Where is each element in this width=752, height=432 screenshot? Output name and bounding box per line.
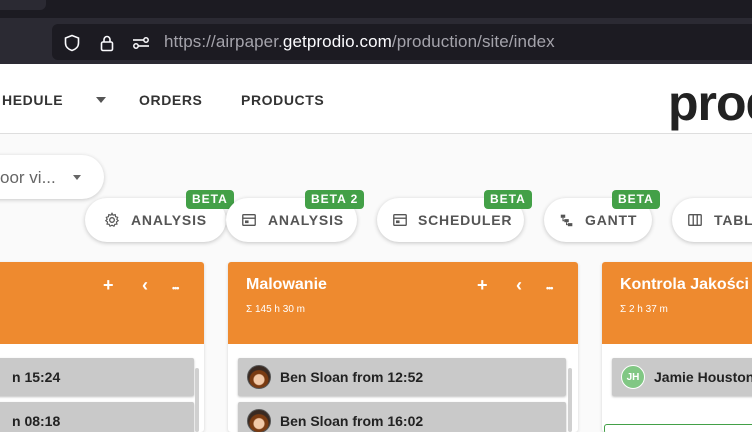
column-time-sum: Σ 2 h 37 m — [620, 304, 668, 315]
chevron-down-icon[interactable] — [96, 97, 106, 103]
chevron-left-icon[interactable]: ‹ — [516, 276, 522, 294]
calendar-icon — [393, 214, 407, 226]
app-navbar: HEDULE ORDERS PRODUCTS prod — [0, 64, 752, 134]
avatar — [247, 365, 271, 389]
avatar: JH — [621, 365, 645, 389]
column-time-sum: Σ 145 h 30 m — [246, 304, 305, 315]
column-header: Kontrola Jakości Σ 2 h 37 m — [602, 262, 752, 344]
prodio-logo[interactable]: prod — [668, 78, 752, 128]
browser-tab-strip — [0, 0, 752, 18]
list-item[interactable]: JH Jamie Houston — [612, 358, 752, 396]
browser-tab[interactable] — [0, 0, 46, 10]
analysis-label: ANALYSIS — [131, 212, 207, 228]
shield-icon[interactable] — [63, 34, 81, 52]
table-label: TABL — [714, 212, 752, 228]
view-select-value: oor vi... — [0, 168, 56, 187]
chevron-left-icon[interactable]: ‹ — [142, 276, 148, 294]
column-title: Malowanie — [246, 276, 327, 293]
calendar-icon — [242, 214, 256, 226]
table-icon — [688, 214, 702, 226]
nav-orders[interactable]: ORDERS — [139, 92, 203, 108]
card-text: Ben Sloan from 16:02 — [280, 413, 424, 429]
column-header: Malowanie Σ 145 h 30 m + ‹ ••• — [228, 262, 578, 344]
add-icon[interactable]: + — [477, 276, 488, 294]
scrollbar[interactable] — [195, 368, 199, 432]
list-item[interactable]: Ben Sloan from 12:52 — [238, 358, 566, 396]
more-icon[interactable]: ••• — [172, 279, 180, 297]
gear-icon — [104, 212, 120, 228]
lock-icon[interactable] — [98, 34, 116, 52]
gantt-icon — [560, 214, 573, 227]
nav-schedule[interactable]: HEDULE — [2, 92, 63, 108]
view-select[interactable]: oor vi... — [0, 155, 104, 199]
avatar — [247, 409, 271, 432]
address-bar[interactable]: https://airpaper.getprodio.com/productio… — [52, 24, 752, 60]
url-prefix: https://airpaper. — [164, 32, 283, 51]
beta-badge: BETA — [484, 190, 532, 209]
list-item[interactable] — [604, 424, 752, 432]
beta-badge: BETA — [612, 190, 660, 209]
card-text: Jamie Houston — [654, 369, 752, 385]
nav-products[interactable]: PRODUCTS — [241, 92, 324, 108]
browser-toolbar: https://airpaper.getprodio.com/productio… — [0, 18, 752, 64]
beta-2-badge: BETA 2 — [305, 190, 365, 209]
scrollbar[interactable] — [568, 368, 572, 432]
board-column-malowanie: Malowanie Σ 145 h 30 m + ‹ ••• Ben Sloan… — [228, 262, 578, 432]
scheduler-label: SCHEDULER — [418, 212, 513, 228]
board-column: + ‹ ••• n 15:24 n 08:18 — [0, 262, 204, 432]
board-column-kontrola-jakosci: Kontrola Jakości Σ 2 h 37 m JH Jamie Hou… — [602, 262, 752, 432]
add-icon[interactable]: + — [103, 276, 114, 294]
chevron-down-icon — [73, 175, 81, 180]
list-item[interactable]: n 15:24 — [0, 358, 194, 396]
table-button[interactable]: TABL — [672, 198, 752, 242]
more-icon[interactable]: ••• — [546, 279, 554, 297]
card-text: n 15:24 — [12, 369, 61, 385]
gantt-label: GANTT — [585, 212, 638, 228]
permissions-icon[interactable] — [132, 34, 150, 52]
url-domain: getprodio.com — [282, 32, 392, 51]
beta-badge: BETA — [186, 190, 234, 209]
url-text[interactable]: https://airpaper.getprodio.com/productio… — [164, 32, 555, 52]
card-text: n 08:18 — [12, 413, 61, 429]
column-header: + ‹ ••• — [0, 262, 204, 344]
column-title: Kontrola Jakości — [620, 276, 749, 293]
analysis-2-label: ANALYSIS — [268, 212, 344, 228]
url-path: /production/site/index — [391, 32, 555, 51]
card-text: Ben Sloan from 12:52 — [280, 369, 424, 385]
